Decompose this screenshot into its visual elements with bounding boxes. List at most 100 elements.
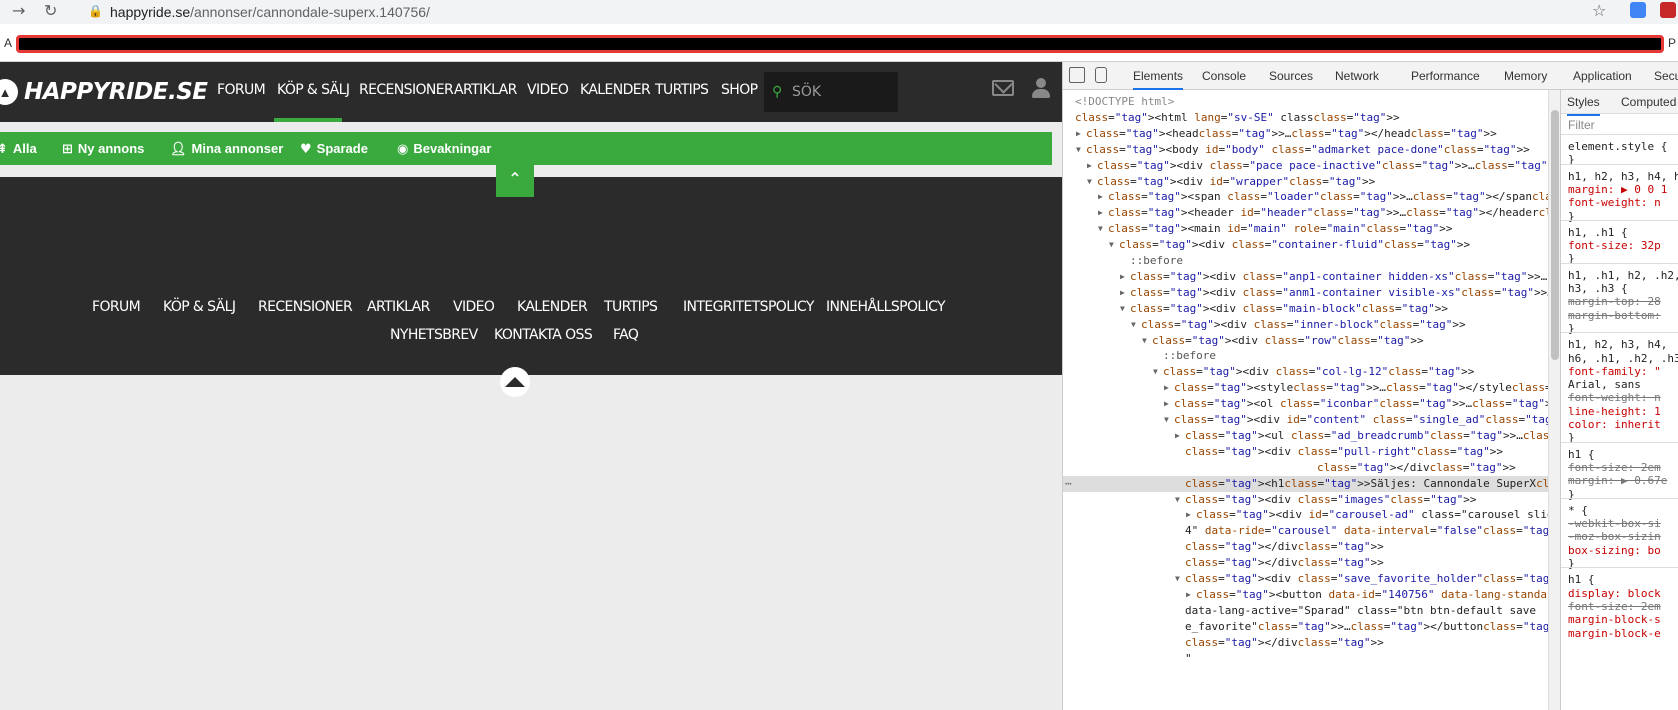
expand-arrow-icon[interactable]: ▶ <box>1087 158 1092 174</box>
style-rule-line[interactable]: font-size: 2em <box>1568 600 1661 613</box>
expand-arrow-icon[interactable]: ▶ <box>1175 428 1180 444</box>
tab-elements[interactable]: Elements <box>1133 62 1184 90</box>
style-rule-line[interactable]: font-family: " <box>1568 365 1661 378</box>
collapse-arrow-icon[interactable]: ▼ <box>1164 412 1169 428</box>
dom-node-line[interactable]: ▶ class="tag"><div id="carousel-ad" class… <box>1063 507 1548 523</box>
subnav-saved[interactable]: ♥ Sparade <box>300 132 368 165</box>
collapse-up-button[interactable]: ⌃ <box>496 165 534 197</box>
mail-icon[interactable] <box>992 80 1014 96</box>
style-rule-line[interactable]: h1, h2, h3, h4, h <box>1568 170 1678 183</box>
dom-node-line[interactable]: 4" data-ride="carousel" data-interval="f… <box>1063 523 1548 539</box>
search-input[interactable]: ⚲ SÖK <box>764 72 898 112</box>
footer-video[interactable]: VIDEO <box>453 299 495 315</box>
collapse-arrow-icon[interactable]: ▼ <box>1087 174 1092 190</box>
reload-icon[interactable]: ↻ <box>44 1 57 21</box>
style-rule-line[interactable]: margin: ▶ 0.67e <box>1568 474 1667 487</box>
dom-node-line[interactable]: ▶ class="tag"><div class="anp1-container … <box>1063 269 1548 285</box>
nav-kop-salj[interactable]: KÖP & SÄLJ <box>277 82 350 98</box>
collapse-arrow-icon[interactable]: ▼ <box>1175 492 1180 508</box>
more-options-icon[interactable]: ⋯ <box>1065 476 1072 492</box>
tab-styles[interactable]: Styles <box>1567 90 1600 116</box>
address-bar[interactable]: 🔒 happyride.se/annonser/cannondale-super… <box>78 0 1593 24</box>
style-rule-line[interactable]: h1, .h1 { <box>1568 226 1628 239</box>
scrollbar-thumb[interactable] <box>1551 110 1559 360</box>
nav-recensioner[interactable]: RECENSIONER <box>359 82 454 98</box>
style-rule-line[interactable]: -webkit-box-si <box>1568 517 1661 530</box>
tab-performance[interactable]: Performance <box>1411 62 1480 90</box>
elements-scrollbar[interactable] <box>1548 90 1560 710</box>
dom-node-line[interactable]: ▼ class="tag"><div id="wrapper"class="tag… <box>1063 174 1548 190</box>
style-rule-line[interactable]: -moz-box-sizin <box>1568 530 1661 543</box>
styles-filter-input[interactable]: Filter <box>1561 115 1678 135</box>
subnav-watches[interactable]: ◉ Bevakningar <box>397 132 491 165</box>
extension-icon[interactable] <box>1660 2 1676 18</box>
style-rule-line[interactable]: element.style { <box>1568 140 1667 153</box>
dom-node-line[interactable]: ▶ class="tag"><header id="header"class="t… <box>1063 205 1548 221</box>
collapse-arrow-icon[interactable]: ▼ <box>1120 301 1125 317</box>
subnav-new-ad[interactable]: ⊞ Ny annons <box>62 132 144 165</box>
dom-node-line[interactable]: ▼ class="tag"><div class="main-block"clas… <box>1063 301 1548 317</box>
expand-arrow-icon[interactable]: ▶ <box>1164 380 1169 396</box>
expand-arrow-icon[interactable]: ▶ <box>1076 126 1081 142</box>
dom-node-line[interactable]: ▼ class="tag"><div class="save_favorite_h… <box>1063 571 1548 587</box>
dom-node-line[interactable]: class="tag"><html lang="sv-SE" classclas… <box>1063 110 1548 126</box>
dom-node-line[interactable]: ▶ class="tag"><headclass="tag">>…class="t… <box>1063 126 1548 142</box>
footer-recensioner[interactable]: RECENSIONER <box>258 299 353 315</box>
dom-node-line[interactable]: ▶ class="tag"><ul class="ad_breadcrumb"cl… <box>1063 428 1548 444</box>
dom-node-line[interactable]: ▶ class="tag"><div class="pace pace-inact… <box>1063 158 1548 174</box>
site-logo[interactable]: ▲ HAPPYRIDE.SE <box>0 74 208 110</box>
style-rule-line[interactable]: font-size: 32p <box>1568 239 1661 252</box>
style-rule-line[interactable]: h1 { <box>1568 573 1595 586</box>
subnav-all[interactable]: ⇞ Alla <box>0 132 37 165</box>
dom-node-line[interactable]: ▼ class="tag"><div class="inner-block"cla… <box>1063 317 1548 333</box>
tab-console[interactable]: Console <box>1202 62 1246 90</box>
style-rule-line[interactable]: h1, h2, h3, h4, <box>1568 338 1667 351</box>
style-rule-line[interactable]: Arial, sans <box>1568 378 1641 391</box>
footer-kop-salj[interactable]: KÖP & SÄLJ <box>163 299 236 315</box>
collapse-arrow-icon[interactable]: ▼ <box>1131 317 1136 333</box>
dom-node-line[interactable]: class="tag"></divclass="tag">> <box>1063 635 1548 651</box>
footer-artiklar[interactable]: ARTIKLAR <box>367 299 430 315</box>
dom-node-line[interactable]: ▶ class="tag"><div class="anm1-container … <box>1063 285 1548 301</box>
footer-kalender[interactable]: KALENDER <box>517 299 588 315</box>
expand-arrow-icon[interactable]: ▶ <box>1186 587 1191 603</box>
device-toolbar-icon[interactable] <box>1095 67 1107 83</box>
style-rule-line[interactable]: h1, .h1, h2, .h2, <box>1568 269 1678 282</box>
dom-node-line[interactable]: data-lang-active="Sparad" class="btn btn… <box>1063 603 1548 619</box>
bookmark-right[interactable]: P <box>1668 36 1676 50</box>
inspect-element-icon[interactable] <box>1069 67 1085 83</box>
dom-node-line[interactable]: class="tag"></divclass="tag">> <box>1063 555 1548 571</box>
dom-node-line[interactable]: ▼ class="tag"><div class="images"class="t… <box>1063 492 1548 508</box>
tab-security[interactable]: Secu <box>1654 62 1678 90</box>
style-rule-line[interactable]: h3, .h3 { <box>1568 282 1628 295</box>
footer-logo-icon[interactable] <box>500 367 530 397</box>
footer-nyhetsbrev[interactable]: NYHETSBREV <box>390 327 478 343</box>
style-rule-line[interactable]: h1 { <box>1568 448 1595 461</box>
lock-icon[interactable]: 🔒 <box>88 1 103 21</box>
nav-shop[interactable]: SHOP <box>721 82 758 98</box>
star-icon[interactable]: ☆ <box>1592 1 1606 21</box>
footer-integritetspolicy[interactable]: INTEGRITETSPOLICY <box>683 299 814 315</box>
translate-extension-icon[interactable] <box>1630 2 1646 18</box>
collapse-arrow-icon[interactable]: ▼ <box>1175 571 1180 587</box>
style-rule-line[interactable]: margin-bottom: <box>1568 309 1661 322</box>
dom-node-line[interactable]: ▼ class="tag"><main id="main" role="main"… <box>1063 221 1548 237</box>
dom-node-line[interactable]: ▼ class="tag"><div class="col-lg-12"class… <box>1063 364 1548 380</box>
tab-computed[interactable]: Computed <box>1621 90 1676 114</box>
subnav-my-ads[interactable]: 👤︎ Mina annonser <box>170 132 283 165</box>
style-rule-line[interactable]: display: block <box>1568 587 1661 600</box>
bookmark-left[interactable]: A <box>4 36 12 50</box>
footer-innehallspolicy[interactable]: INNEHÅLLSPOLICY <box>826 299 946 315</box>
dom-node-line[interactable]: ::before <box>1063 348 1548 364</box>
dom-node-line[interactable]: class="tag"><h1class="tag">>Säljes: Cann… <box>1063 475 1548 492</box>
expand-arrow-icon[interactable]: ▶ <box>1164 396 1169 412</box>
collapse-arrow-icon[interactable]: ▼ <box>1109 237 1114 253</box>
nav-forum[interactable]: FORUM <box>217 82 266 98</box>
expand-arrow-icon[interactable]: ▶ <box>1186 507 1191 523</box>
nav-artiklar[interactable]: ARTIKLAR <box>454 82 517 98</box>
expand-arrow-icon[interactable]: ▶ <box>1120 285 1125 301</box>
user-icon[interactable] <box>1032 78 1050 98</box>
footer-turtips[interactable]: TURTIPS <box>604 299 658 315</box>
expand-arrow-icon[interactable]: ▶ <box>1098 189 1103 205</box>
style-rule-line[interactable]: h6, .h1, .h2, .h3 <box>1568 352 1678 365</box>
